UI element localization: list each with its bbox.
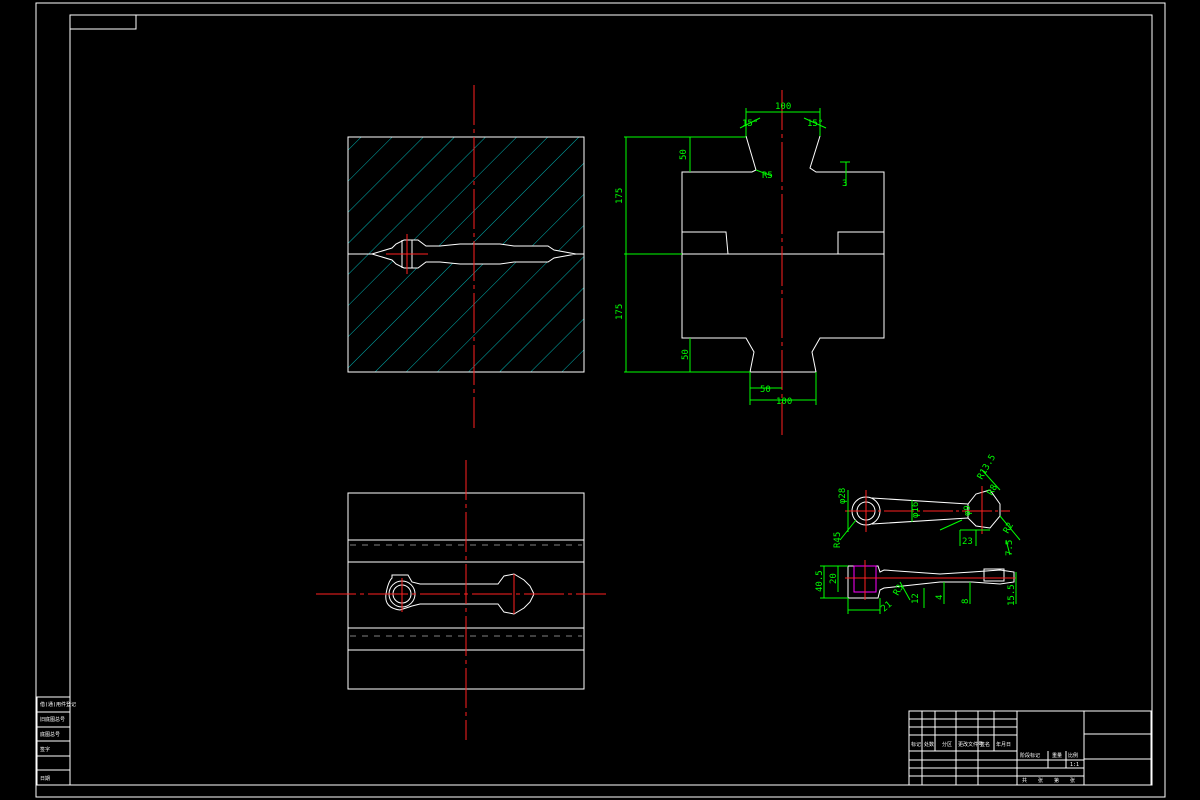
strip-cell-1: 借(通)用件登记 [40,701,76,708]
tb-sheet-unit1: 张 [1038,777,1043,784]
tb-stage-label: 阶段标记 [1020,752,1040,759]
die-section-view[interactable] [347,85,585,428]
left-registration-strip: 借(通)用件登记 旧底图总号 底图总号 签字 日期 [36,696,76,786]
die-outline-view[interactable]: 100 15° 15° R5 50 175 175 50 3 50 100 [615,90,885,435]
dim-top-left-angle: 15° [742,119,758,129]
dim-top-radius: R5 [762,171,773,181]
dim-side-s5: 12 [911,593,921,604]
dim-left-bottom-depth: 50 [681,349,691,360]
tb-weight-label: 重量 [1052,752,1062,759]
dim-part-d4: R8 [986,483,1000,497]
tb-label-sign: 签名 [980,741,990,748]
dim-part-d8: R45 [833,532,843,548]
dim-left-upper-height: 175 [615,188,625,204]
dim-part-d5: φ9 [963,505,973,516]
part-side-view[interactable]: 40.5 20 21 R3 12 4 8 15.5 [815,560,1017,614]
dim-side-s7: 8 [961,599,971,604]
dim-side-s2: 20 [829,573,839,584]
dim-side-s8: 15.5 [1007,584,1017,606]
dim-right-notch: 3 [842,179,847,189]
strip-cell-5: 日期 [40,776,50,782]
dim-bottom-outer-width: 100 [776,397,792,407]
title-block: 标记 处数 分区 更改文件号 签名 年月日 阶段标记 重量 比例 1:1 共 张… [908,710,1152,786]
dim-part-d6: 23 [962,537,973,547]
dim-left-lower-height: 175 [615,304,625,320]
dim-part-d3: R13.5 [976,453,998,481]
strip-cell-3: 底图总号 [40,731,60,738]
drawing-frame [35,2,1166,798]
tb-scale-label: 比例 [1068,752,1078,759]
tb-sheet-total: 共 [1022,777,1027,784]
dim-part-d2: φ16 [911,502,921,518]
tb-label-date: 年月日 [996,741,1011,748]
dim-top-right-angle: 15° [807,119,823,129]
strip-cell-4: 签字 [40,746,50,753]
dim-side-s3: 21 [880,600,895,615]
tb-sheet-unit2: 张 [1070,777,1075,784]
cad-drawing-canvas[interactable]: 借(通)用件登记 旧底图总号 底图总号 签字 日期 100 15° 15° R5… [0,0,1200,800]
strip-cell-2: 旧底图总号 [40,716,65,723]
tb-label-count: 处数 [924,741,934,748]
part-top-view[interactable]: φ28 φ16 R13.5 R8 φ9 23 7.5 R45 R2 [833,453,1021,556]
dim-side-s4: R3 [892,583,906,597]
tb-scale-value: 1:1 [1070,762,1079,768]
dim-left-top-depth: 50 [679,149,689,160]
dim-part-d1: φ28 [838,488,848,504]
tb-label-zone: 分区 [942,741,952,748]
dim-part-d7: 7.5 [1005,540,1015,556]
dim-side-s6: 4 [935,595,945,600]
die-plan-view[interactable] [316,460,606,740]
tb-label-mark: 标记 [911,741,921,748]
tb-sheet-no: 第 [1054,777,1059,784]
corner-code-box [69,14,137,30]
dim-side-s1: 40.5 [815,570,825,592]
dim-top-width: 100 [775,102,791,112]
dim-bottom-inner-width: 50 [760,385,771,395]
